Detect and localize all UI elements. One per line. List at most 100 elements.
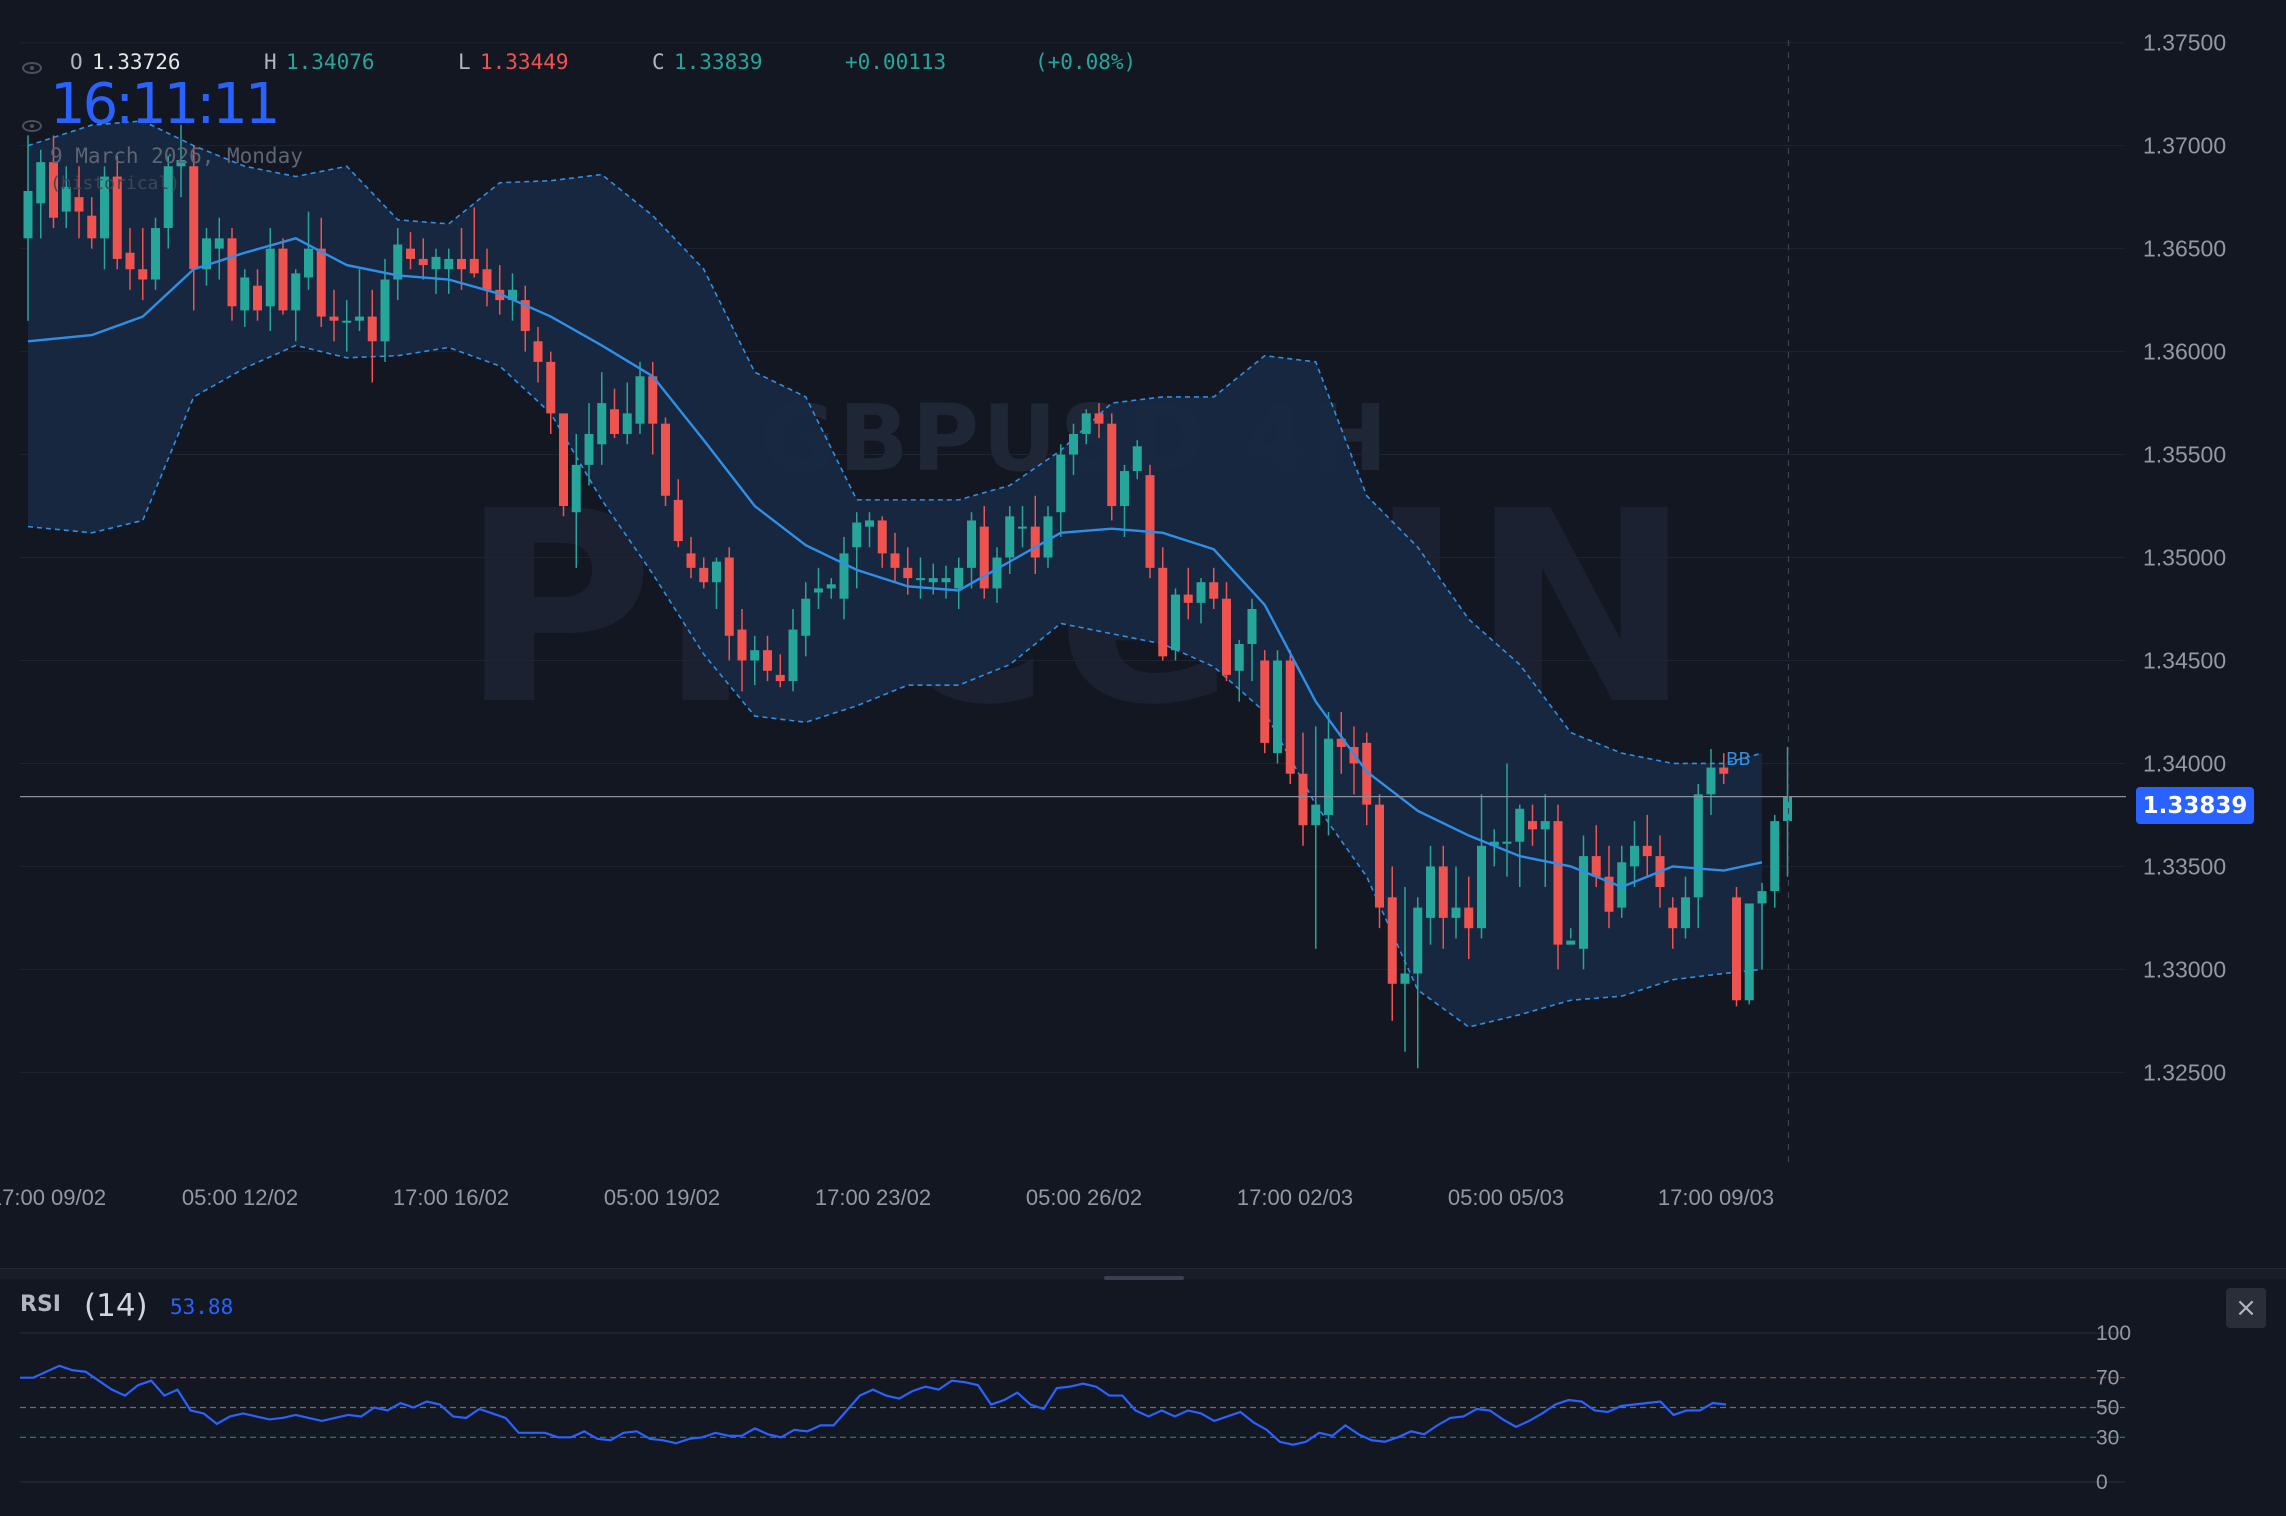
candle-body — [648, 376, 658, 424]
x-tick-label: 05:00 19/02 — [604, 1185, 720, 1210]
rsi-name: RSI — [20, 1292, 61, 1317]
candle-body — [1642, 845, 1652, 857]
y-tick-label: 1.36500 — [2143, 236, 2226, 262]
candle-body — [1222, 598, 1231, 675]
candle — [559, 413, 568, 517]
candle-body — [941, 578, 951, 583]
candle-body — [1706, 767, 1716, 795]
candle-body — [673, 499, 683, 542]
candle-body — [1591, 856, 1601, 877]
candle-body — [151, 228, 160, 280]
candle-body — [1426, 866, 1435, 918]
open-label: O — [70, 50, 83, 74]
candle-body — [482, 269, 492, 290]
candle-body — [265, 248, 275, 307]
candle-body — [801, 598, 811, 636]
candle-body — [546, 361, 556, 414]
candle-body — [418, 258, 428, 266]
candle-body — [724, 557, 734, 636]
candle-body — [1413, 907, 1423, 974]
candle-body — [1056, 454, 1066, 513]
candle-body — [584, 433, 594, 465]
candle-body — [1069, 433, 1078, 455]
candle-body — [1744, 903, 1754, 1001]
change-percent: (+0.08%) — [1035, 50, 1137, 74]
y-tick-label: 1.35000 — [2143, 545, 2226, 571]
candle — [661, 417, 670, 507]
candle-body — [610, 409, 619, 434]
candle-body — [1502, 841, 1512, 844]
y-tick-label: 1.36000 — [2143, 339, 2226, 365]
candle-body — [23, 190, 33, 239]
candle-body — [1273, 660, 1282, 754]
low-label: L — [458, 50, 471, 74]
y-tick-label: 1.35500 — [2143, 442, 2226, 468]
eye-icon[interactable] — [22, 62, 42, 74]
candle-body — [1681, 897, 1690, 929]
candle-body — [431, 256, 441, 270]
y-tick-label: 1.34000 — [2143, 750, 2226, 776]
candle — [1107, 413, 1117, 521]
candle-body — [763, 650, 772, 671]
candle-body — [342, 320, 352, 323]
candle-body — [444, 258, 454, 270]
candle-body — [1209, 582, 1219, 599]
resize-handle[interactable] — [1104, 1276, 1184, 1280]
candle-body — [1515, 808, 1525, 842]
candle-body — [699, 567, 709, 583]
candle — [1783, 746, 1792, 877]
candle-body — [316, 248, 326, 317]
eye-icon[interactable] — [22, 120, 42, 132]
y-tick-label: 1.37000 — [2143, 133, 2226, 159]
rsi-y-tick-label: 50 — [2096, 1397, 2119, 1420]
high-label: H — [264, 50, 277, 74]
rsi-value: 53.88 — [170, 1295, 234, 1319]
candle-body — [814, 588, 823, 593]
candle-body — [1158, 567, 1168, 657]
candle-body — [1528, 821, 1537, 830]
candle-body — [87, 215, 97, 239]
y-tick-label: 1.34500 — [2143, 647, 2226, 673]
candle-body — [1171, 594, 1180, 651]
date-label: 9 March 2026, Monday — [50, 144, 303, 168]
candle-body — [1375, 804, 1384, 908]
candle-body — [1630, 845, 1639, 867]
candle-body — [227, 238, 237, 307]
candle-body — [597, 403, 607, 445]
candle-body — [750, 650, 760, 661]
candle-body — [1196, 582, 1206, 603]
candle-body — [1540, 821, 1550, 830]
candle-body — [1132, 446, 1142, 472]
candle-body — [1094, 413, 1104, 424]
y-tick-label: 1.32500 — [2143, 1059, 2226, 1085]
x-tick-label: 17:00 23/02 — [815, 1185, 931, 1210]
x-tick-label: 17:00 16/02 — [393, 1185, 509, 1210]
candle-body — [1030, 526, 1040, 558]
price-chart[interactable]: 100 70 50 30 0 1.37500 1.37000 1.36500 1.36000 1… — [0, 0, 2286, 1516]
candle — [1171, 588, 1180, 661]
high-value: 1.34076 — [286, 50, 375, 74]
candle-body — [1247, 609, 1257, 645]
candle-body — [457, 258, 466, 270]
candle-body — [1107, 423, 1117, 507]
candle-body — [1464, 907, 1474, 929]
candle-body — [903, 567, 913, 579]
x-tick-label: 17:00 09/03 — [1658, 1185, 1774, 1210]
candle-body — [189, 166, 199, 270]
x-tick-label: 05:00 26/02 — [1026, 1185, 1142, 1210]
candle-body — [1770, 821, 1780, 892]
candle-body — [865, 520, 874, 527]
rsi-y-tick-label: 100 — [2096, 1322, 2131, 1345]
candle-body — [1324, 738, 1333, 815]
rsi-y-tick-label: 70 — [2096, 1367, 2119, 1390]
y-tick-label: 1.37500 — [2143, 30, 2226, 56]
candle-body — [406, 248, 415, 259]
candle-body — [839, 553, 849, 599]
candle-body — [380, 279, 390, 342]
bollinger-label: BB — [1726, 749, 1751, 770]
candle — [1732, 887, 1741, 1007]
candle-body — [661, 423, 670, 496]
close-icon[interactable]: × — [2226, 1288, 2266, 1328]
candle — [278, 238, 288, 315]
candle-body — [1668, 907, 1678, 929]
